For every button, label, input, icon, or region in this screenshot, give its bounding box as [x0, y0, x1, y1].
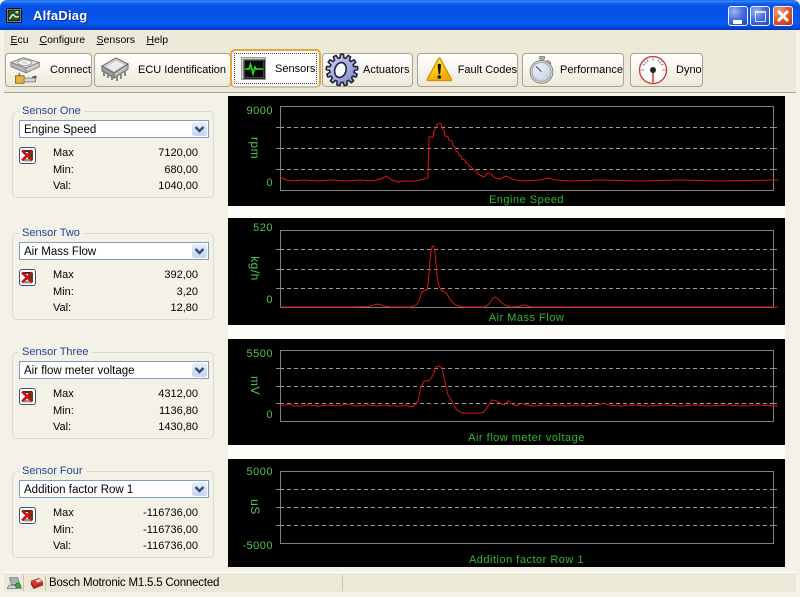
svg-text:0: 0: [266, 294, 273, 306]
svg-text:mV: mV: [248, 376, 262, 395]
svg-text:0: 0: [266, 409, 273, 421]
svg-text:rpm: rpm: [248, 137, 262, 159]
svg-text:0: 0: [266, 177, 273, 189]
svg-text:Addition factor Row 1: Addition factor Row 1: [469, 554, 584, 566]
svg-text:520: 520: [253, 222, 273, 234]
svg-text:-5000: -5000: [242, 540, 273, 552]
svg-text:kg/h: kg/h: [248, 256, 262, 281]
svg-text:5500: 5500: [247, 348, 273, 360]
svg-text:Air Mass Flow: Air Mass Flow: [489, 312, 565, 324]
svg-text:5000: 5000: [247, 466, 273, 478]
svg-text:9000: 9000: [247, 105, 273, 117]
svg-text:Engine Speed: Engine Speed: [489, 194, 564, 206]
svg-text:Air flow meter voltage: Air flow meter voltage: [468, 432, 585, 444]
svg-text:uS: uS: [248, 499, 262, 515]
